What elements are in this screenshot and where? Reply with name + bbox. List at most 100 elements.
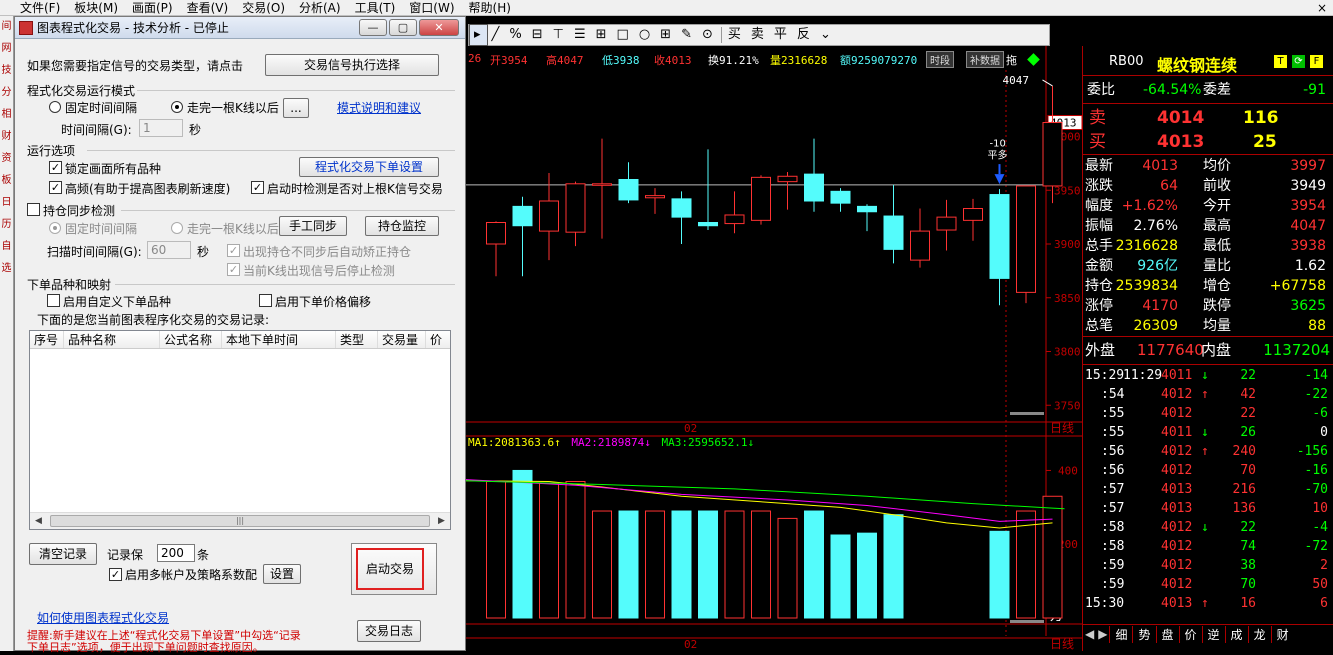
sync-auto-fix-checkbox[interactable]: ✓ — [227, 244, 240, 257]
ellipse-tool-icon[interactable]: ○ — [635, 25, 656, 45]
tab-reverse[interactable]: 逆 — [1201, 625, 1225, 643]
strip-item[interactable]: 历 — [0, 214, 13, 236]
buy-price: 4013 — [1157, 132, 1205, 152]
sync-fixed-radio[interactable] — [49, 222, 61, 234]
column-header[interactable]: 本地下单时间 — [222, 331, 336, 348]
app-close-icon[interactable]: × — [1317, 1, 1327, 15]
scroll-thumb[interactable]: ||| — [50, 515, 430, 527]
trade-log-button[interactable]: 交易日志 — [357, 620, 421, 642]
menu-analysis[interactable]: 分析(A) — [292, 0, 348, 16]
column-header[interactable]: 类型 — [336, 331, 378, 348]
buy-row[interactable]: 买 4013 25 — [1083, 130, 1333, 154]
strip-item[interactable]: 相 — [0, 104, 13, 126]
sync-stop-checkbox[interactable]: ✓ — [227, 263, 240, 276]
start-trade-button[interactable]: 启动交易 — [351, 543, 437, 595]
strip-item[interactable]: 财 — [0, 126, 13, 148]
menu-screen[interactable]: 画面(P) — [125, 0, 180, 16]
mode-help-link[interactable]: 模式说明和建议 — [337, 99, 421, 116]
strip-item[interactable]: 资 — [0, 148, 13, 170]
multi-settings-button[interactable]: 设置 — [263, 564, 301, 584]
tab-dragon[interactable]: 龙 — [1247, 625, 1271, 643]
sync-bar-radio[interactable] — [171, 222, 183, 234]
reverse-button[interactable]: 反 — [793, 25, 816, 45]
mode-bar-radio[interactable] — [171, 101, 183, 113]
text-tool-icon[interactable]: ✎ — [677, 25, 698, 45]
channel-tool-icon[interactable]: ⊟ — [528, 25, 549, 45]
mode-fixed-radio[interactable] — [49, 101, 61, 113]
minimize-button[interactable]: — — [359, 19, 387, 36]
column-header[interactable]: 交易量 — [378, 331, 426, 348]
strip-item[interactable]: 板 — [0, 170, 13, 192]
maximize-button[interactable]: ▢ — [389, 19, 417, 36]
menu-help[interactable]: 帮助(H) — [462, 0, 518, 16]
sync-checkbox[interactable] — [27, 203, 40, 216]
toolbar-more-icon[interactable]: ⌄ — [816, 25, 837, 45]
map-offset-checkbox[interactable] — [259, 294, 272, 307]
tab-price[interactable]: 价 — [1178, 625, 1202, 643]
flag-icon[interactable]: F — [1310, 55, 1323, 68]
period-button[interactable]: 时段 — [926, 51, 954, 68]
hf-checkbox[interactable]: ✓ — [49, 181, 62, 194]
tab-detail[interactable]: 细 — [1109, 625, 1132, 643]
column-header[interactable]: 公式名称 — [160, 331, 222, 348]
fill-data-button[interactable]: 补数据 — [966, 51, 1004, 68]
pointer-tool-icon[interactable]: ▸ — [469, 24, 488, 46]
scroll-left-icon[interactable]: ◀ — [30, 513, 47, 529]
horizontal-scrollbar[interactable]: ◀ ||| ▶ — [30, 512, 450, 529]
howto-link[interactable]: 如何使用图表程式化交易 — [37, 609, 169, 626]
percent-tool-icon[interactable]: % — [505, 25, 527, 45]
column-header[interactable]: 序号 — [30, 331, 64, 348]
strip-item[interactable]: 日 — [0, 192, 13, 214]
line-tool-icon[interactable]: ╱ — [488, 25, 506, 45]
records-table[interactable]: 序号 品种名称 公式名称 本地下单时间 类型 交易量 价 ◀ ||| ▶ — [29, 330, 451, 530]
sell-row[interactable]: 卖 4014 116 — [1083, 106, 1333, 130]
position-monitor-button[interactable]: 持仓监控 — [365, 216, 439, 236]
menu-window[interactable]: 窗口(W) — [402, 0, 461, 16]
table-tool-icon[interactable]: ⊞ — [656, 25, 677, 45]
column-header[interactable]: 价 — [426, 331, 450, 348]
save-tool-icon[interactable]: ⊙ — [698, 25, 719, 45]
menu-file[interactable]: 文件(F) — [0, 0, 67, 16]
strip-item[interactable]: 技 — [0, 60, 13, 82]
pen-tool-icon[interactable]: ⊤ — [549, 25, 570, 45]
order-settings-button[interactable]: 程式化交易下单设置 — [299, 157, 439, 177]
dialog-titlebar[interactable]: 图表程式化交易 - 技术分析 - 已停止 — ▢ ✕ — [15, 17, 465, 39]
mode-more-button[interactable]: ... — [283, 98, 309, 118]
strip-item[interactable]: 网 — [0, 38, 13, 60]
clear-records-button[interactable]: 清空记录 — [29, 543, 97, 565]
multi-account-checkbox[interactable]: ✓ — [109, 568, 122, 581]
lock-checkbox[interactable]: ✓ — [49, 161, 62, 174]
keep-input[interactable]: 200 — [157, 544, 195, 562]
tab-finance[interactable]: 财 — [1270, 625, 1294, 643]
rect-tool-icon[interactable]: □ — [613, 25, 635, 45]
signal-select-button[interactable]: 交易信号执行选择 — [265, 54, 439, 76]
tab-right-icon[interactable]: ▶ — [1096, 627, 1109, 641]
menu-tools[interactable]: 工具(T) — [348, 0, 403, 16]
grid-tool-icon[interactable]: ⊞ — [592, 25, 613, 45]
column-header[interactable]: 品种名称 — [64, 331, 160, 348]
interval-input[interactable]: 1 — [139, 119, 183, 137]
map-custom-checkbox[interactable] — [47, 294, 60, 307]
close-icon[interactable]: ✕ — [419, 19, 459, 36]
tab-trades[interactable]: 成 — [1224, 625, 1248, 643]
menu-sector[interactable]: 板块(M) — [67, 0, 125, 16]
tab-book[interactable]: 盘 — [1155, 625, 1179, 643]
sell-button[interactable]: 卖 — [747, 25, 770, 45]
fib-tool-icon[interactable]: ☰ — [570, 25, 592, 45]
tab-left-icon[interactable]: ◀ — [1083, 627, 1096, 641]
close-position-button[interactable]: 平 — [770, 25, 793, 45]
t-icon[interactable]: T — [1274, 55, 1287, 68]
manual-sync-button[interactable]: 手工同步 — [279, 216, 347, 236]
strip-item[interactable]: 选 — [0, 258, 13, 280]
menu-view[interactable]: 查看(V) — [180, 0, 236, 16]
start-check-checkbox[interactable]: ✓ — [251, 181, 264, 194]
tab-trend[interactable]: 势 — [1132, 625, 1155, 643]
strip-item[interactable]: 自 — [0, 236, 13, 258]
scroll-right-icon[interactable]: ▶ — [433, 513, 450, 529]
strip-item[interactable]: 间 — [0, 16, 13, 38]
scan-input[interactable]: 60 — [147, 241, 191, 259]
refresh-icon[interactable]: ⟳ — [1292, 55, 1305, 68]
buy-button[interactable]: 买 — [724, 25, 747, 45]
strip-item[interactable]: 分 — [0, 82, 13, 104]
menu-trade[interactable]: 交易(O) — [235, 0, 292, 16]
